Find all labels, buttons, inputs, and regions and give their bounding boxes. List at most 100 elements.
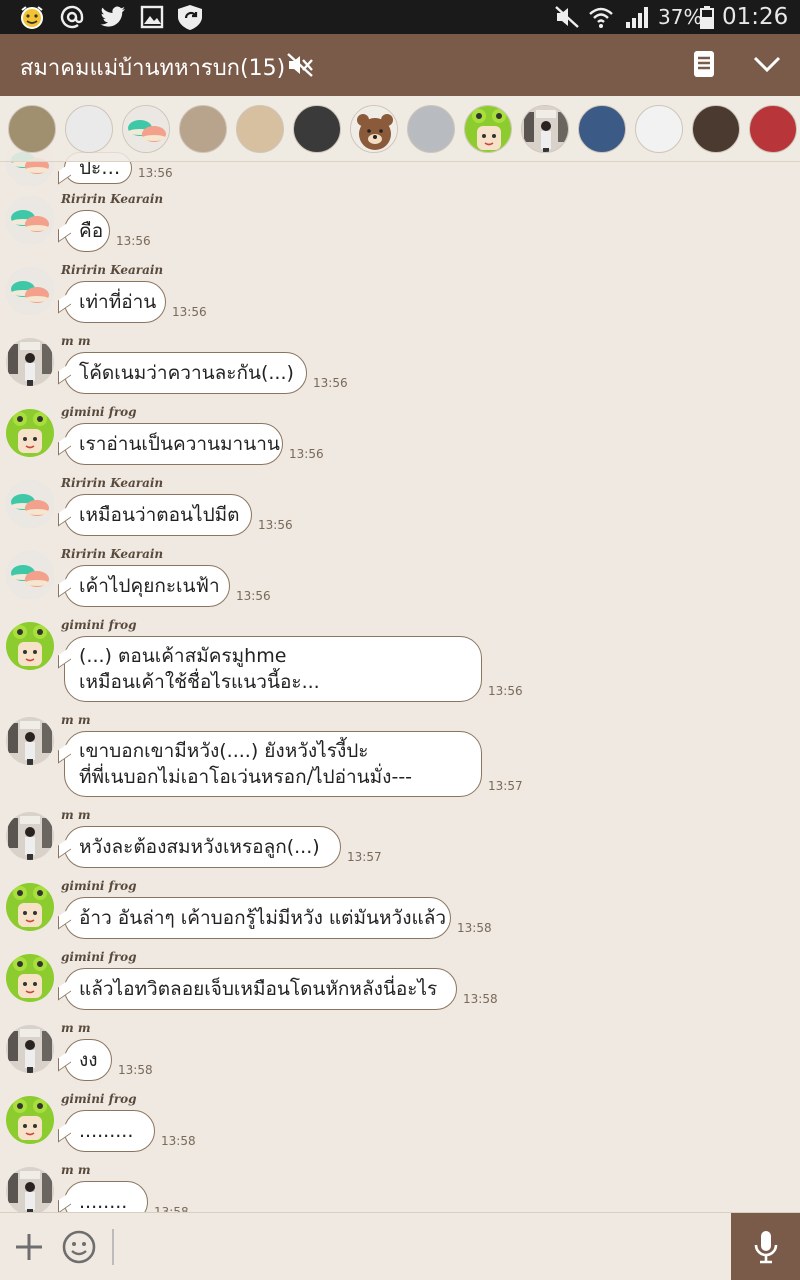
message-time: 13:57 xyxy=(347,850,382,864)
message-input[interactable] xyxy=(112,1229,722,1265)
message-time: 13:56 xyxy=(138,166,173,180)
sender-avatar[interactable] xyxy=(6,196,54,244)
battery-percent: 37% xyxy=(658,5,703,29)
chevron-down-icon[interactable] xyxy=(752,54,782,78)
message-text-line: เขาบอกเขามีหวัง(....) ยังหวังไรงี้ปะ xyxy=(79,740,369,762)
sender-name: Riririn Kearain xyxy=(61,192,164,206)
message-bubble[interactable]: แล้วไอทวิตลอยเจ็บเหมือนโดนหักหลังนี่อะไร xyxy=(64,968,457,1010)
message-time: 13:57 xyxy=(488,779,523,793)
message-bubble[interactable]: เขาบอกเขามีหวัง(....) ยังหวังไรงี้ปะ ที่พ… xyxy=(64,731,482,797)
message-bubble[interactable]: ......... xyxy=(64,1110,155,1152)
message-text: แล้วไอทวิตลอยเจ็บเหมือนโดนหักหลังนี่อะไร xyxy=(79,978,438,1000)
sender-avatar[interactable] xyxy=(6,1096,54,1144)
message-bubble[interactable]: (...) ตอนเค้าสมัครมูhme เหมือนเค้าใช้ชื่อ… xyxy=(64,636,482,702)
emoji-icon[interactable] xyxy=(60,1228,98,1270)
member-avatar[interactable] xyxy=(749,105,797,153)
sender-avatar[interactable] xyxy=(6,1025,54,1073)
message-time: 13:58 xyxy=(154,1205,189,1212)
message-bubble[interactable]: ........ xyxy=(64,1181,148,1212)
sender-name: m m xyxy=(61,334,91,348)
sender-name: Riririn Kearain xyxy=(61,547,164,561)
member-avatar[interactable] xyxy=(464,105,512,153)
sender-name: gimini frog xyxy=(61,950,137,964)
member-avatar[interactable] xyxy=(635,105,683,153)
message-time: 13:58 xyxy=(118,1063,153,1077)
member-avatar[interactable] xyxy=(236,105,284,153)
sender-avatar[interactable] xyxy=(6,551,54,599)
group-title[interactable]: สมาคมแม่บ้านทหารบก(15) xyxy=(20,50,285,85)
clock: 01:26 xyxy=(722,4,789,30)
message-time: 13:56 xyxy=(258,518,293,532)
sender-name: gimini frog xyxy=(61,405,137,419)
message-text: ........ xyxy=(79,1191,128,1212)
message-time: 13:58 xyxy=(161,1134,196,1148)
message-text: โค้ดเนมว่าควานละกัน(...) xyxy=(79,362,294,384)
sender-avatar[interactable] xyxy=(6,717,54,765)
sender-avatar[interactable] xyxy=(6,1167,54,1212)
message-time: 13:56 xyxy=(488,684,523,698)
message-time: 13:56 xyxy=(116,234,151,248)
mute-icon xyxy=(554,4,580,30)
message-bubble[interactable]: โค้ดเนมว่าควานละกัน(...) xyxy=(64,352,307,394)
sender-avatar[interactable] xyxy=(6,480,54,528)
message-bubble[interactable]: อ้าว อันล่าๆ เค้าบอกรู้ไม่มีหวัง แต่มันห… xyxy=(64,897,451,939)
sender-name: gimini frog xyxy=(61,1092,137,1106)
wifi-icon xyxy=(588,4,614,30)
sender-avatar[interactable] xyxy=(6,338,54,386)
sender-avatar[interactable] xyxy=(6,409,54,457)
sender-name: m m xyxy=(61,1021,91,1035)
message-time: 13:56 xyxy=(236,589,271,603)
member-avatar[interactable] xyxy=(293,105,341,153)
sender-name: Riririn Kearain xyxy=(61,476,164,490)
plus-icon[interactable] xyxy=(12,1230,46,1268)
message-bubble[interactable]: เหมือนว่าตอนไปมีต xyxy=(64,494,252,536)
member-avatar[interactable] xyxy=(8,105,56,153)
message-bubble[interactable]: เราอ่านเป็นควานมานาน xyxy=(64,423,283,465)
mute-icon[interactable] xyxy=(286,52,314,82)
message-time: 13:58 xyxy=(463,992,498,1006)
message-time: 13:56 xyxy=(172,305,207,319)
sender-avatar[interactable] xyxy=(6,812,54,860)
member-avatar[interactable] xyxy=(692,105,740,153)
alarm-clock-icon xyxy=(18,4,46,30)
message-bubble[interactable]: เท่าที่อ่าน xyxy=(64,281,166,323)
gallery-icon xyxy=(140,4,164,30)
member-avatar[interactable] xyxy=(407,105,455,153)
member-strip[interactable] xyxy=(0,96,800,162)
twitter-icon xyxy=(100,4,126,30)
signal-icon xyxy=(624,4,652,30)
message-text-line: เหมือนเค้าใช้ชื่อไรแนวนี้อะ... xyxy=(79,671,320,693)
message-text: ......... xyxy=(79,1120,134,1142)
message-text: เหมือนว่าตอนไปมีต xyxy=(79,504,240,526)
message-list[interactable]: ปะ… 13:56 Riririn Kearain คือ 13:56 Riririn K… xyxy=(0,96,800,1212)
member-avatar[interactable] xyxy=(578,105,626,153)
sender-name: m m xyxy=(61,713,91,727)
sender-name: gimini frog xyxy=(61,879,137,893)
member-avatar[interactable] xyxy=(350,105,398,153)
member-avatar[interactable] xyxy=(65,105,113,153)
sender-avatar[interactable] xyxy=(6,954,54,1002)
sender-avatar[interactable] xyxy=(6,267,54,315)
message-bubble[interactable]: คือ xyxy=(64,210,110,252)
member-avatar[interactable] xyxy=(521,105,569,153)
input-bar xyxy=(0,1212,800,1280)
message-bubble[interactable]: เค้าไปคุยกะเนฟ้า xyxy=(64,565,230,607)
message-bubble[interactable]: งง xyxy=(64,1039,112,1081)
microphone-icon[interactable] xyxy=(731,1213,800,1280)
sender-name: m m xyxy=(61,808,91,822)
message-text: เราอ่านเป็นควานมานาน xyxy=(79,433,280,455)
sender-avatar[interactable] xyxy=(6,622,54,670)
sender-name: Riririn Kearain xyxy=(61,263,164,277)
message-text: งง xyxy=(79,1049,98,1071)
message-bubble[interactable]: หวังละต้องสมหวังเหรอลูก(...) xyxy=(64,826,341,868)
sender-avatar[interactable] xyxy=(6,883,54,931)
message-time: 13:56 xyxy=(289,447,324,461)
battery-icon xyxy=(700,4,714,30)
chat-header: สมาคมแม่บ้านทหารบก(15) xyxy=(0,34,800,96)
status-bar: 37% 01:26 xyxy=(0,0,800,34)
member-avatar[interactable] xyxy=(122,105,170,153)
member-avatar[interactable] xyxy=(179,105,227,153)
notes-icon[interactable] xyxy=(690,49,718,83)
message-time: 13:56 xyxy=(313,376,348,390)
message-time: 13:58 xyxy=(457,921,492,935)
